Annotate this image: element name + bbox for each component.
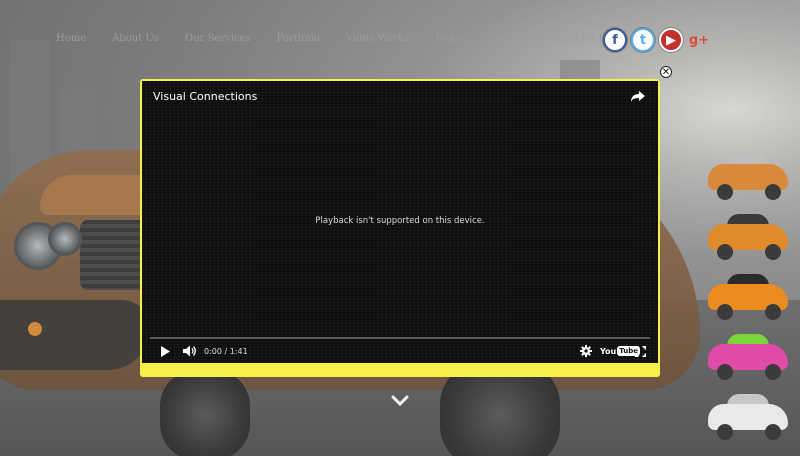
nav-portfolio[interactable]: Portfolio xyxy=(277,33,320,44)
thumbnail-strip xyxy=(705,150,793,450)
progress-bar[interactable] xyxy=(150,337,650,339)
chevron-down-icon[interactable] xyxy=(391,395,409,407)
youtube-logo[interactable]: You Tube xyxy=(600,343,640,359)
twitter-icon[interactable]: t xyxy=(631,28,655,52)
time-display: 0:00 / 1:41 xyxy=(204,346,248,356)
youtube-icon[interactable]: ▶ xyxy=(659,28,683,52)
video-title[interactable]: Visual Connections xyxy=(153,90,257,103)
youtube-logo-you: You xyxy=(600,346,617,356)
main-nav: Home About Us Our Services Portfolio Vid… xyxy=(56,33,612,44)
nav-home[interactable]: Home xyxy=(56,33,86,44)
facebook-icon[interactable]: f xyxy=(603,28,627,52)
social-links: f t ▶ g+ xyxy=(603,28,711,52)
playback-message: Playback isn't supported on this device. xyxy=(315,216,485,226)
nav-our-services[interactable]: Our Services xyxy=(185,33,251,44)
search-icon[interactable]: ⌕ xyxy=(733,78,739,92)
thumbnail-orange-car-1[interactable] xyxy=(705,210,791,262)
nav-blogs[interactable]: Blogs xyxy=(435,33,463,44)
nav-about-us[interactable]: About Us xyxy=(112,33,159,44)
video-modal: Visual Connections Playback isn't suppor… xyxy=(140,79,660,377)
thumbnail-wireframe-car[interactable] xyxy=(705,150,791,202)
google-plus-icon[interactable]: g+ xyxy=(687,28,711,52)
close-icon[interactable]: ✕ xyxy=(660,66,672,78)
fullscreen-icon[interactable] xyxy=(635,343,646,359)
volume-icon[interactable] xyxy=(183,343,197,359)
settings-icon[interactable] xyxy=(580,343,592,359)
nav-careers[interactable]: Careers xyxy=(489,33,529,44)
nav-video-works[interactable]: Video Works xyxy=(346,33,409,44)
share-icon[interactable] xyxy=(630,89,646,103)
video-player[interactable]: Visual Connections Playback isn't suppor… xyxy=(142,81,658,363)
play-icon[interactable] xyxy=(160,343,170,359)
thumbnail-orange-car-2[interactable] xyxy=(705,270,791,322)
thumbnail-white-car[interactable] xyxy=(705,390,791,442)
thumbnail-pink-green-car[interactable] xyxy=(705,330,791,382)
player-controls: 0:00 / 1:41 You Tube xyxy=(142,343,658,361)
